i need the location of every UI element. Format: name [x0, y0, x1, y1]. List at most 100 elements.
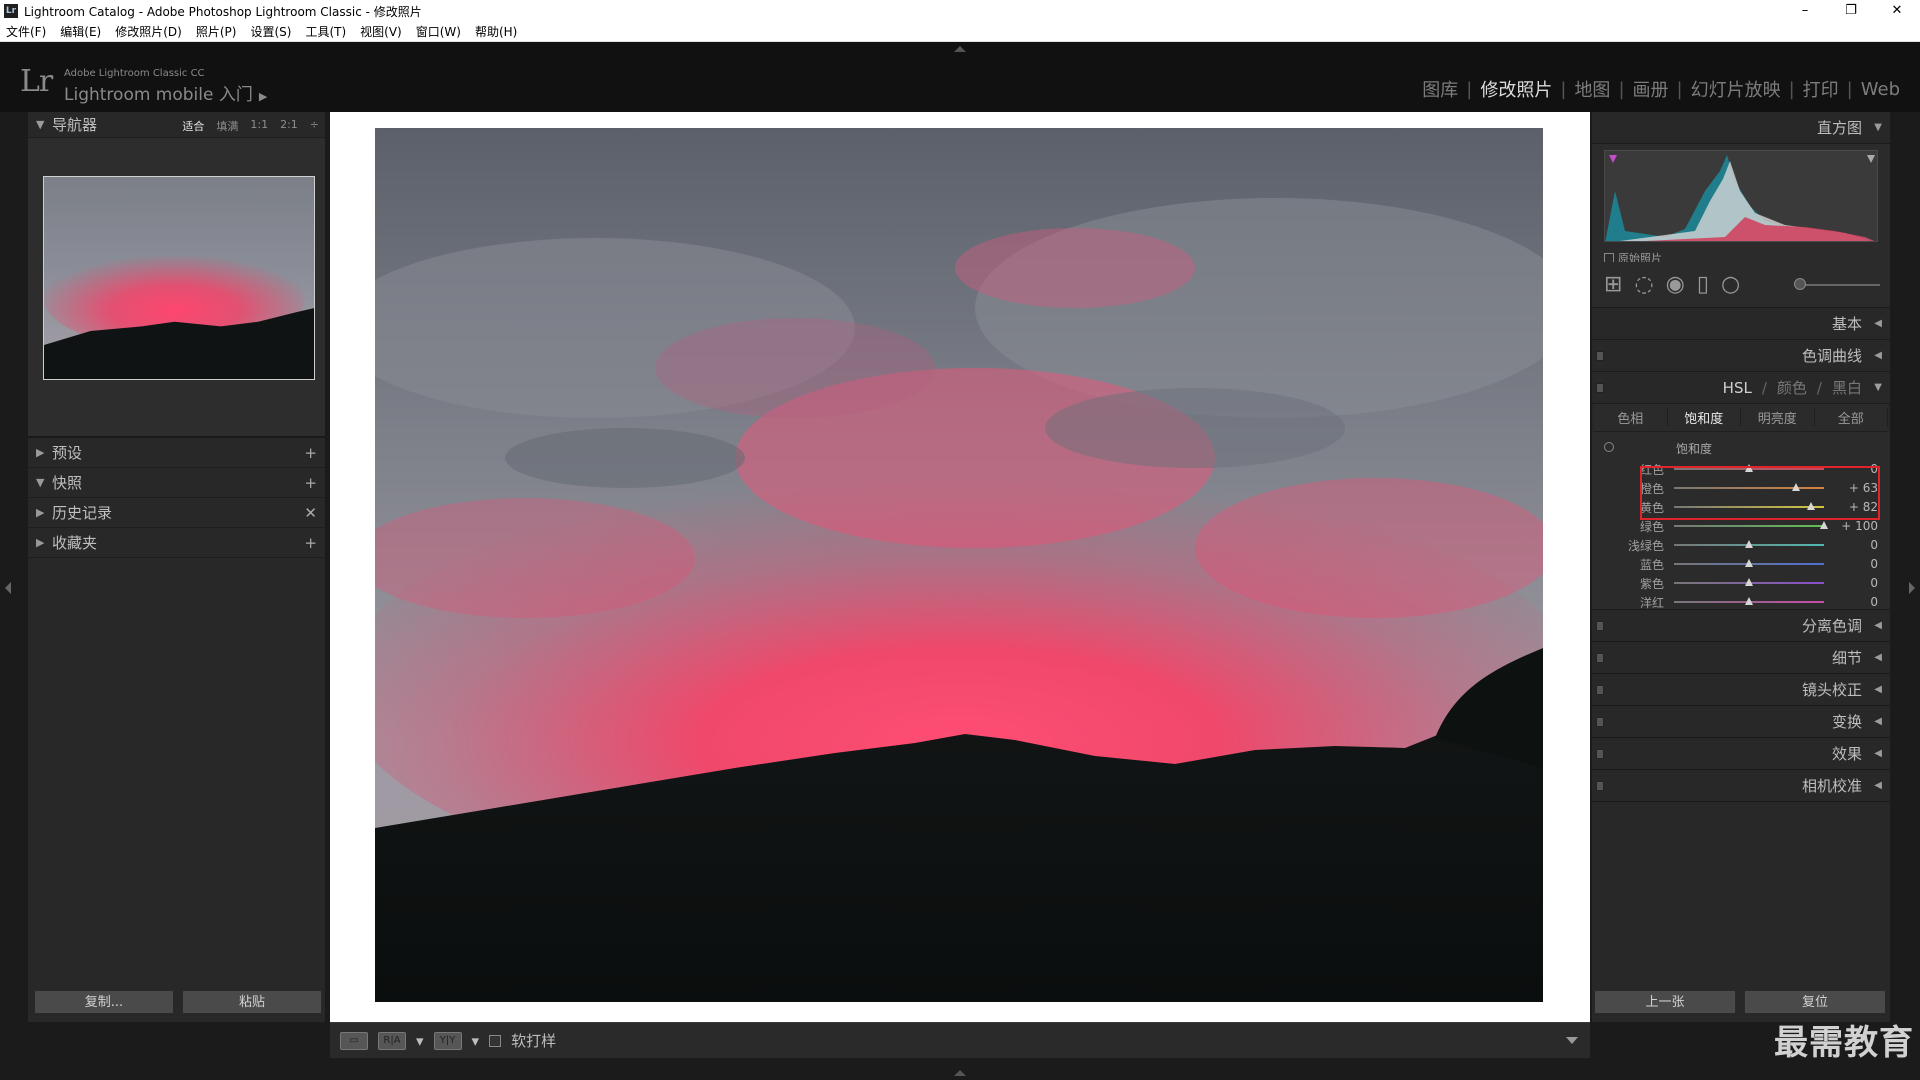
- slider-track-green[interactable]: [1674, 521, 1828, 529]
- effects-header[interactable]: 效果 ◀: [1592, 738, 1890, 770]
- slider-track-purple[interactable]: [1674, 578, 1824, 586]
- transform-header[interactable]: 变换 ◀: [1592, 706, 1890, 738]
- menu-photo[interactable]: 照片(P): [196, 23, 237, 40]
- adjustment-brush-slider[interactable]: [1794, 278, 1880, 290]
- before-after-dropdown-icon[interactable]: ▾: [472, 1032, 480, 1050]
- tone-curve-header[interactable]: 色调曲线 ◀: [1592, 340, 1890, 372]
- snapshots-panel-header[interactable]: ▼ 快照 +: [28, 468, 325, 498]
- add-snapshot-icon[interactable]: +: [304, 474, 317, 492]
- menu-develop[interactable]: 修改照片(D): [115, 23, 182, 40]
- navigator-thumbnail[interactable]: [43, 176, 315, 380]
- zoom-1-1[interactable]: 1:1: [250, 118, 268, 134]
- main-photo[interactable]: [375, 128, 1543, 1002]
- panel-switch-icon[interactable]: [1596, 621, 1604, 631]
- detail-header[interactable]: 细节 ◀: [1592, 642, 1890, 674]
- clear-history-icon[interactable]: ✕: [304, 504, 317, 522]
- spot-removal-icon[interactable]: ◌: [1634, 272, 1653, 297]
- zoom-more-icon[interactable]: ÷: [310, 118, 319, 134]
- panel-switch-icon[interactable]: [1596, 685, 1604, 695]
- basic-panel-header[interactable]: 基本 ◀: [1592, 308, 1890, 340]
- slider-track-aqua[interactable]: [1674, 540, 1824, 548]
- slider-value-aqua[interactable]: 0: [1838, 538, 1878, 552]
- module-slideshow[interactable]: 幻灯片放映: [1683, 76, 1789, 102]
- zoom-fit[interactable]: 适合: [182, 118, 204, 134]
- menu-file[interactable]: 文件(F): [6, 23, 46, 40]
- module-web[interactable]: Web: [1853, 79, 1908, 100]
- luminance-tab[interactable]: 明亮度: [1741, 408, 1815, 427]
- slider-knob-green[interactable]: [1820, 521, 1828, 529]
- slider-track-blue[interactable]: [1674, 559, 1824, 567]
- panel-switch-icon[interactable]: [1596, 383, 1604, 393]
- minimize-button[interactable]: –: [1782, 0, 1828, 22]
- add-collection-icon[interactable]: +: [304, 534, 317, 552]
- collapse-filmstrip-icon[interactable]: [954, 1070, 966, 1076]
- panel-switch-icon[interactable]: [1596, 653, 1604, 663]
- restore-button[interactable]: ❐: [1828, 0, 1874, 22]
- targeted-adjustment-icon[interactable]: [1604, 442, 1614, 452]
- slider-value-magenta[interactable]: 0: [1838, 595, 1878, 609]
- collapse-left-panel-icon[interactable]: [5, 582, 11, 594]
- color-tab[interactable]: 颜色: [1777, 377, 1807, 398]
- menu-settings[interactable]: 设置(S): [250, 23, 291, 40]
- slider-track-magenta[interactable]: [1674, 597, 1824, 605]
- hue-tab[interactable]: 色相: [1594, 408, 1668, 427]
- slider-row-purple[interactable]: 紫色 0: [1592, 574, 1890, 592]
- menu-tools[interactable]: 工具(T): [305, 23, 346, 40]
- slider-row-blue[interactable]: 蓝色 0: [1592, 555, 1890, 573]
- crop-overlay-icon[interactable]: ⊞: [1604, 272, 1622, 297]
- previous-button[interactable]: 上一张: [1594, 990, 1736, 1014]
- history-panel-header[interactable]: ▶ 历史记录 ✕: [28, 498, 325, 528]
- zoom-2-1[interactable]: 2:1: [280, 118, 298, 134]
- navigator-header[interactable]: ▼ 导航器 适合 填满 1:1 2:1 ÷: [28, 112, 325, 138]
- before-after-button[interactable]: Y|Y: [433, 1031, 462, 1050]
- panel-switch-icon[interactable]: [1596, 351, 1604, 361]
- slider-value-green[interactable]: + 100: [1838, 519, 1878, 533]
- red-eye-icon[interactable]: ◉: [1666, 272, 1685, 297]
- collapse-right-panel-icon[interactable]: [1909, 582, 1915, 594]
- slider-knob-magenta[interactable]: [1745, 597, 1753, 605]
- module-map[interactable]: 地图: [1566, 76, 1618, 102]
- module-print[interactable]: 打印: [1795, 76, 1847, 102]
- presets-panel-header[interactable]: ▶ 预设 +: [28, 438, 325, 468]
- module-develop[interactable]: 修改照片: [1472, 76, 1560, 102]
- hsl-tab[interactable]: HSL: [1723, 379, 1752, 397]
- add-preset-icon[interactable]: +: [304, 444, 317, 462]
- collections-panel-header[interactable]: ▶ 收藏夹 +: [28, 528, 325, 558]
- bw-tab[interactable]: 黑白: [1832, 377, 1862, 398]
- reset-button[interactable]: 复位: [1744, 990, 1886, 1014]
- panel-switch-icon[interactable]: [1596, 749, 1604, 759]
- menu-window[interactable]: 窗口(W): [416, 23, 461, 40]
- loupe-view-button[interactable]: ▭: [340, 1031, 368, 1050]
- slider-knob-purple[interactable]: [1745, 578, 1753, 586]
- slider-row-aqua[interactable]: 浅绿色 0: [1592, 536, 1890, 554]
- slider-knob-blue[interactable]: [1745, 559, 1753, 567]
- radial-filter-icon[interactable]: ○: [1721, 272, 1740, 297]
- slider-knob[interactable]: [1794, 278, 1806, 290]
- slider-row-magenta[interactable]: 洋红 0: [1592, 593, 1890, 611]
- panel-switch-icon[interactable]: [1596, 781, 1604, 791]
- slider-value-blue[interactable]: 0: [1838, 557, 1878, 571]
- collapse-top-panel-icon[interactable]: [954, 46, 966, 52]
- soft-proof-checkbox[interactable]: [489, 1034, 502, 1047]
- zoom-fill[interactable]: 填满: [216, 118, 238, 134]
- compare-view-button[interactable]: R|A: [378, 1031, 406, 1050]
- module-library[interactable]: 图库: [1414, 76, 1466, 102]
- panel-switch-icon[interactable]: [1596, 717, 1604, 727]
- compare-dropdown-icon[interactable]: ▾: [416, 1032, 424, 1050]
- slider-value-purple[interactable]: 0: [1838, 576, 1878, 590]
- saturation-tab[interactable]: 饱和度: [1668, 408, 1741, 427]
- close-button[interactable]: ✕: [1874, 0, 1920, 22]
- histogram-header[interactable]: 直方图 ▼: [1592, 112, 1890, 144]
- paste-settings-button[interactable]: 粘贴: [182, 990, 322, 1014]
- module-book[interactable]: 画册: [1625, 76, 1677, 102]
- menu-view[interactable]: 视图(V): [360, 23, 402, 40]
- menu-help[interactable]: 帮助(H): [475, 23, 517, 40]
- lightroom-mobile-link[interactable]: Lightroom mobile 入门 ▶: [64, 80, 267, 105]
- slider-knob-aqua[interactable]: [1745, 540, 1753, 548]
- graduated-filter-icon[interactable]: ▯: [1697, 272, 1709, 297]
- split-toning-header[interactable]: 分离色调 ◀: [1592, 610, 1890, 642]
- camera-calibration-header[interactable]: 相机校准 ◀: [1592, 770, 1890, 802]
- toolbar-menu-icon[interactable]: [1566, 1037, 1578, 1044]
- hsl-header[interactable]: HSL / 颜色 / 黑白 ▼: [1592, 372, 1890, 404]
- lens-correction-header[interactable]: 镜头校正 ◀: [1592, 674, 1890, 706]
